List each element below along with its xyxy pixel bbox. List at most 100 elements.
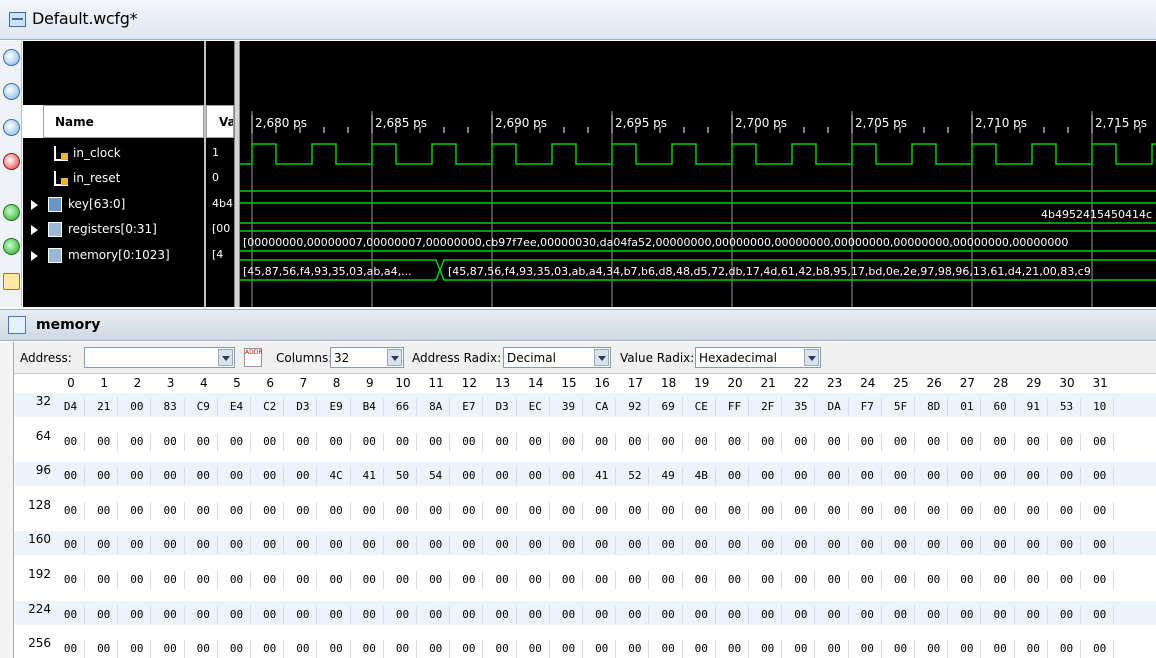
memory-cell[interactable]: 00 (323, 571, 351, 589)
memory-cell[interactable]: 00 (57, 640, 85, 658)
memory-cell[interactable]: 00 (190, 571, 218, 589)
memory-cell[interactable]: 2F (754, 398, 783, 416)
memory-cell[interactable]: 00 (1053, 571, 1081, 589)
memory-cell[interactable]: 00 (522, 467, 550, 486)
memory-cell[interactable]: 00 (854, 467, 882, 486)
memory-cell[interactable]: 00 (953, 501, 982, 520)
memory-cell[interactable]: 00 (821, 432, 849, 451)
memory-cell[interactable]: 00 (190, 432, 218, 451)
memory-cell[interactable]: 00 (754, 501, 783, 520)
memory-cell[interactable]: 8D (920, 398, 949, 416)
memory-cell[interactable]: 00 (190, 640, 218, 658)
memory-cell[interactable]: 00 (721, 571, 749, 589)
memory-cell[interactable]: 00 (887, 640, 915, 658)
memory-cell[interactable]: 00 (655, 605, 683, 624)
memory-cell[interactable]: 00 (1020, 432, 1048, 451)
go-to-address-button[interactable]: ADDR (244, 348, 263, 367)
memory-cell[interactable]: 00 (389, 432, 417, 451)
memory-cell[interactable]: 00 (489, 467, 517, 486)
memory-cell[interactable]: 00 (655, 571, 683, 589)
memory-cell[interactable]: 00 (356, 605, 384, 624)
memory-cell[interactable]: 00 (787, 571, 816, 589)
memory-cell[interactable]: 00 (721, 467, 749, 486)
memory-cell[interactable]: 00 (887, 432, 915, 451)
chevron-down-icon[interactable] (804, 349, 819, 366)
chevron-down-icon[interactable] (218, 349, 233, 366)
memory-cell[interactable]: 00 (787, 501, 816, 520)
memory-cell[interactable]: 00 (256, 605, 285, 624)
memory-cell[interactable]: 00 (920, 571, 949, 589)
address-combo[interactable] (84, 347, 235, 368)
memory-cell[interactable]: 00 (422, 536, 451, 555)
memory-cell[interactable]: 00 (953, 571, 982, 589)
memory-cell[interactable]: 00 (621, 605, 650, 624)
memory-cell[interactable]: 00 (987, 605, 1015, 624)
memory-cell[interactable]: 00 (721, 536, 749, 555)
memory-cell[interactable]: 00 (90, 536, 119, 555)
memory-cell[interactable]: CA (588, 398, 617, 416)
memory-cell[interactable]: 00 (190, 467, 218, 486)
memory-cell[interactable]: 00 (223, 640, 251, 658)
memory-cell[interactable]: 00 (223, 501, 251, 520)
memory-cell[interactable]: 00 (1020, 605, 1048, 624)
memory-cell[interactable]: 00 (489, 536, 517, 555)
value-column-header[interactable]: Va (206, 105, 234, 138)
memory-cell[interactable]: 00 (90, 640, 119, 658)
memory-cell[interactable]: 00 (90, 467, 119, 486)
memory-cell[interactable]: 00 (489, 432, 517, 451)
memory-cell[interactable]: 5F (887, 398, 915, 416)
memory-cell[interactable]: 00 (920, 605, 949, 624)
memory-cell[interactable]: 00 (223, 571, 251, 589)
zoom-in-icon[interactable] (3, 49, 20, 66)
memory-cell[interactable]: 00 (688, 536, 716, 555)
memory-cell[interactable]: 00 (887, 467, 915, 486)
memory-cell[interactable]: 00 (1053, 432, 1081, 451)
memory-cell[interactable]: 00 (787, 467, 816, 486)
memory-cell[interactable]: 00 (123, 432, 152, 451)
memory-cell[interactable]: 52 (621, 467, 650, 486)
memory-cell[interactable]: 00 (920, 536, 949, 555)
signal-row-in-clock[interactable]: in_clock (23, 142, 204, 166)
memory-cell[interactable]: 00 (688, 605, 716, 624)
memory-cell[interactable]: DA (821, 398, 849, 416)
memory-cell[interactable]: 4B (688, 467, 716, 486)
memory-cell[interactable]: 00 (821, 501, 849, 520)
memory-cell[interactable]: 00 (522, 605, 550, 624)
memory-cell[interactable]: 00 (389, 640, 417, 658)
memory-cell[interactable]: 00 (455, 467, 484, 486)
memory-cell[interactable]: 00 (588, 640, 617, 658)
memory-cell[interactable]: 00 (356, 640, 384, 658)
memory-cell[interactable]: 00 (90, 571, 119, 589)
memory-cell[interactable]: 00 (422, 501, 451, 520)
memory-cell[interactable]: 00 (588, 536, 617, 555)
memory-cell[interactable]: 00 (953, 467, 982, 486)
memory-cell[interactable]: C2 (256, 398, 285, 416)
memory-cell[interactable]: 00 (555, 571, 583, 589)
memory-cell[interactable]: 4C (323, 467, 351, 486)
memory-cell[interactable]: 00 (256, 467, 285, 486)
memory-cell[interactable]: 00 (123, 571, 152, 589)
memory-cell[interactable]: 00 (57, 536, 85, 555)
memory-cell[interactable]: 00 (190, 501, 218, 520)
memory-cell[interactable]: 00 (588, 571, 617, 589)
memory-cell[interactable]: 00 (787, 605, 816, 624)
memory-cell[interactable]: 00 (157, 571, 185, 589)
memory-cell[interactable]: 00 (422, 640, 451, 658)
memory-cell[interactable]: 00 (688, 432, 716, 451)
memory-cell[interactable]: 49 (655, 467, 683, 486)
memory-cell[interactable]: E7 (455, 398, 484, 416)
memory-cell[interactable]: 00 (555, 501, 583, 520)
memory-cell[interactable]: 00 (422, 432, 451, 451)
memory-cell[interactable]: 00 (854, 501, 882, 520)
memory-cell[interactable]: 00 (1053, 640, 1081, 658)
memory-cell[interactable]: 00 (489, 640, 517, 658)
go-to-start-icon[interactable] (3, 204, 20, 221)
memory-cell[interactable]: 00 (688, 571, 716, 589)
memory-cell[interactable]: 00 (57, 467, 85, 486)
memory-cell[interactable]: 00 (987, 432, 1015, 451)
memory-cell[interactable]: 21 (90, 398, 119, 416)
memory-cell[interactable]: 8A (422, 398, 451, 416)
memory-cell[interactable]: 00 (90, 432, 119, 451)
memory-cell[interactable]: 00 (621, 432, 650, 451)
memory-cell[interactable]: 01 (953, 398, 982, 416)
